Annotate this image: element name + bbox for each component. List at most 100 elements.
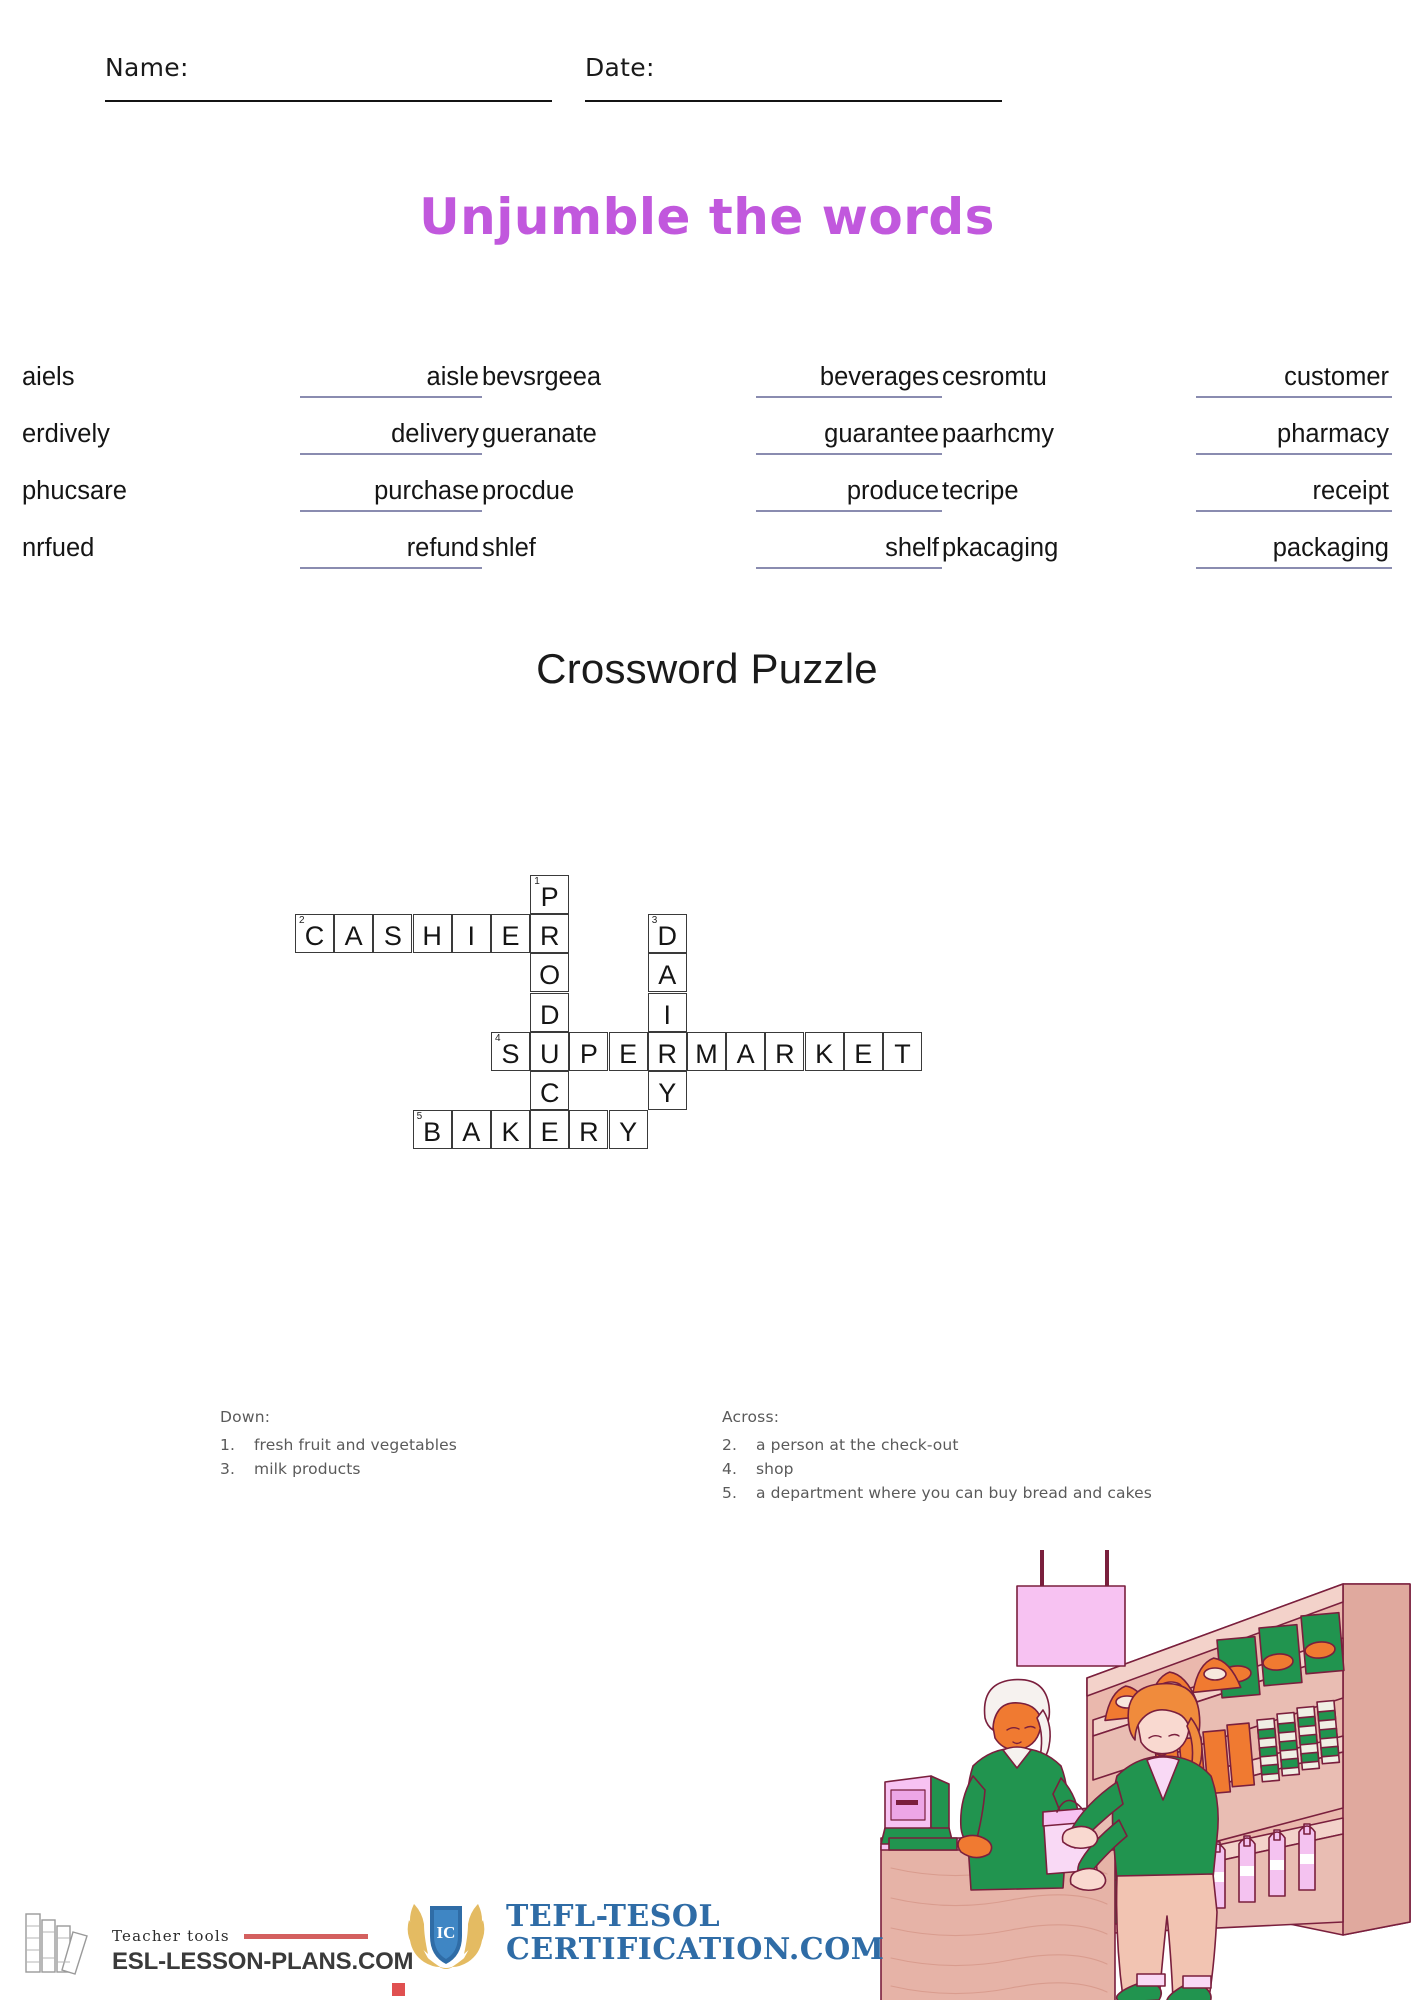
crossword-cell-letter: P [540,882,559,912]
crossword-cell[interactable]: R [765,1031,805,1071]
tefl-line-1: TEFL-TESOL [506,1899,721,1934]
crossword-cell[interactable]: E [843,1031,883,1071]
jumbled-word: cesromtu [942,363,1047,391]
crossword-cell[interactable]: A [451,1110,491,1150]
answer-blank[interactable]: purchase [300,474,482,512]
name-date-header: Name: Date: [0,55,1414,135]
name-label: Name: [105,53,189,82]
clue-text: milk products [254,1460,361,1478]
clues-across-heading: Across: [722,1408,780,1426]
esl-accent-square [392,1983,406,1996]
esl-lesson-plans-logo[interactable]: Teacher tools ESL-LESSON-PLANS.COM [22,1906,414,1996]
crossword-cell[interactable]: A [647,953,687,993]
crossword-cell[interactable]: R [530,914,570,954]
answer-word: receipt [1312,477,1389,505]
crossword-cell[interactable]: R [647,1031,687,1071]
answer-blank[interactable]: aisle [300,360,482,398]
crossword-cell[interactable]: I [451,914,491,954]
unjumble-pair: paarhcmy pharmacy [942,417,1392,455]
unjumble-pair: nrfued refund [22,531,482,569]
unjumble-pair: phucsare purchase [22,474,482,512]
crossword-cell-letter: A [344,921,363,952]
crossword-cell[interactable]: A [726,1031,766,1071]
unjumble-pair: gueranate guarantee [482,417,942,455]
clues-down: Down: 1. fresh fruit and vegetables 3. milk… [220,1408,640,1481]
crossword-cell[interactable]: O [530,953,570,993]
crossword-cell-letter: O [539,960,561,991]
crossword-cell[interactable]: A [334,914,374,954]
answer-blank[interactable]: beverages [756,360,942,398]
answer-word: refund [406,534,479,562]
clue-item: 1. fresh fruit and vegetables [220,1433,640,1457]
esl-tagline-row: Teacher tools [112,1927,413,1945]
jumbled-word: phucsare [22,477,127,505]
date-block: Date: [585,55,1002,102]
crossword-cell[interactable]: 4S [491,1031,530,1071]
answer-blank[interactable]: delivery [300,417,482,455]
crossword-cell-letter: T [894,1038,911,1069]
answer-line [300,510,482,512]
crossword-cell[interactable]: E [530,1110,570,1150]
crossword-cell[interactable]: H [412,914,452,954]
esl-domain[interactable]: ESL-LESSON-PLANS.COM [112,1948,414,1976]
unjumble-pair: pkacaging packaging [942,531,1392,569]
crossword-cell-letter: S [383,921,402,952]
crossword-cell[interactable]: I [647,992,687,1032]
crossword-cell[interactable]: T [883,1031,922,1071]
crossword-cell[interactable]: 2C [295,914,334,954]
answer-blank[interactable]: packaging [1196,531,1392,569]
answer-word: delivery [391,420,479,448]
crossword-cell-letter: K [501,1117,520,1148]
crossword-cell[interactable]: K [804,1031,844,1071]
clue-text: a person at the check-out [756,1436,959,1454]
crossword-cell[interactable]: D [530,992,570,1032]
date-input-line[interactable] [585,100,1002,102]
crossword-cell-letter: E [854,1038,873,1069]
answer-line [756,453,942,455]
crossword-cell-letter: P [579,1038,598,1069]
clue-number: 2. [722,1436,737,1454]
crossword-cell-letter: E [540,1117,559,1148]
answer-blank[interactable]: produce [756,474,942,512]
answer-blank[interactable]: refund [300,531,482,569]
crossword-cell-letter: B [423,1117,442,1148]
crossword-cell[interactable]: Y [647,1071,687,1110]
crossword-cell[interactable]: M [687,1031,726,1071]
answer-line [300,453,482,455]
crossword-cell[interactable]: E [608,1031,648,1071]
esl-logo-text: Teacher tools ESL-LESSON-PLANS.COM [112,1927,414,1996]
answer-blank[interactable]: shelf [756,531,942,569]
crossword-cell-letter: C [539,1078,560,1108]
books-icon [25,1913,88,1975]
crossword-cell[interactable]: 1P [530,875,570,914]
answer-blank[interactable]: guarantee [756,417,942,455]
crossword-cell[interactable]: K [491,1110,530,1150]
clue-number: 3. [220,1460,235,1478]
tefl-tesol-logo[interactable]: IC TEFL-TESOL CERTIFICATION.COM [400,1890,885,1976]
answer-word: customer [1284,363,1389,391]
answer-blank[interactable]: receipt [1196,474,1392,512]
crossword-cell-letter: A [462,1117,481,1148]
crossword-cell-letter: A [658,960,677,991]
crossword-cell[interactable]: 5B [412,1110,452,1150]
crossword-grid: 1P2CASHIER3DOADI4SUPERMARKETCY5BAKERY [295,875,1115,1245]
crossword-cell[interactable]: U [530,1031,570,1071]
clue-item: 3. milk products [220,1457,640,1481]
laurel-shield-icon: IC [407,1904,485,1969]
answer-line [300,567,482,569]
crossword-cell[interactable]: P [569,1031,609,1071]
crossword-cell[interactable]: C [530,1071,570,1110]
answer-blank[interactable]: customer [1196,360,1392,398]
crossword-cell[interactable]: S [373,914,413,954]
jumbled-word: tecripe [942,477,1019,505]
crossword-cell[interactable]: R [569,1110,609,1150]
name-input-line[interactable] [105,100,552,102]
clue-number: 5. [722,1484,737,1502]
answer-blank[interactable]: pharmacy [1196,417,1392,455]
crossword-cell[interactable]: E [491,914,530,954]
crossword-cell[interactable]: 3D [647,914,687,954]
crossword-cell-letter: E [501,921,520,952]
crossword-cell-letter: R [579,1117,599,1148]
jumbled-word: paarhcmy [942,420,1054,448]
crossword-cell[interactable]: Y [608,1110,648,1150]
